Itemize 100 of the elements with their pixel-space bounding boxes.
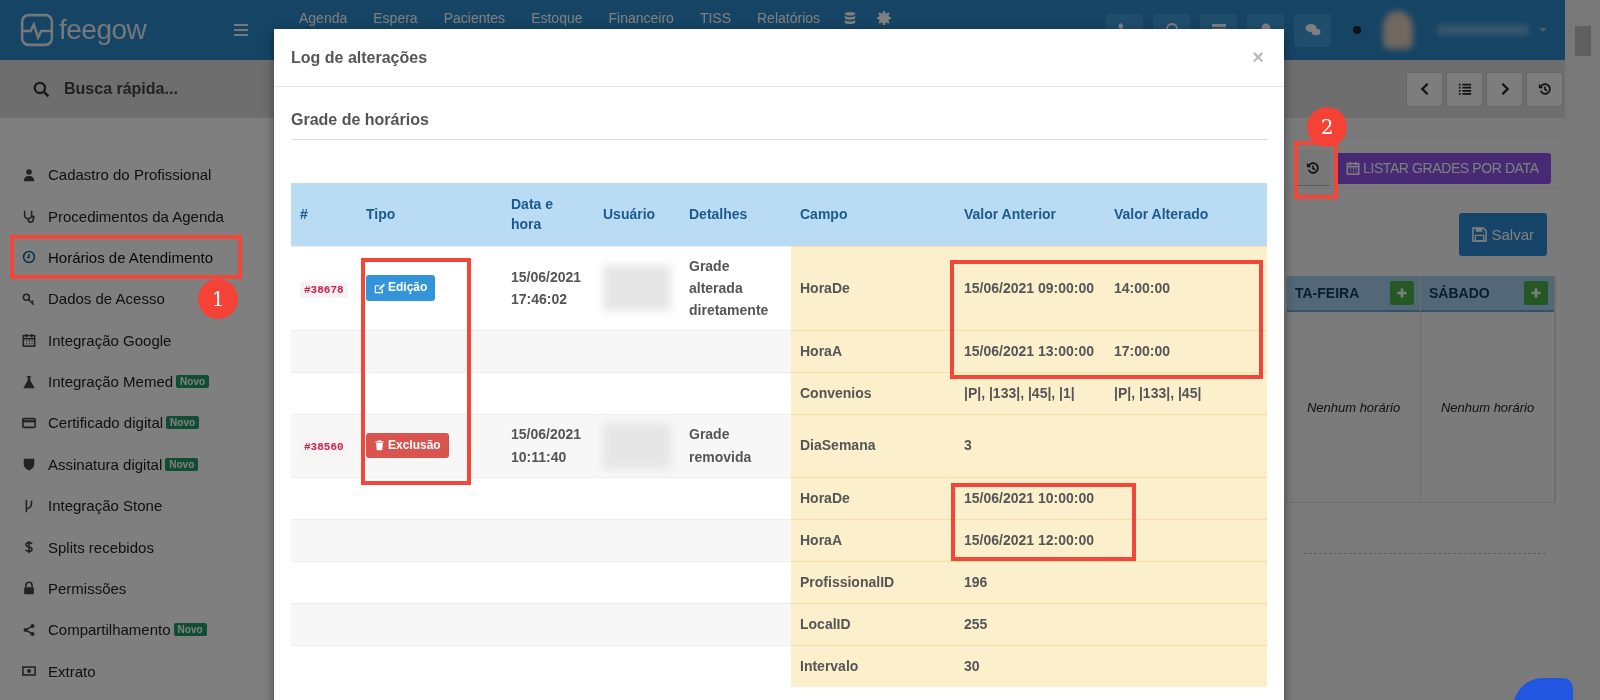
field-name: Convenios xyxy=(800,383,872,403)
history-icon xyxy=(1537,82,1552,96)
stethoscope-icon xyxy=(22,209,36,224)
trash-icon xyxy=(374,440,385,452)
key-icon xyxy=(22,291,36,306)
sidebar-item[interactable]: Horários de Atendimento xyxy=(15,240,222,275)
old-value: 15/06/2021 13:00:00 xyxy=(964,341,1094,361)
sidebar-item[interactable]: Integração Stone xyxy=(15,488,171,523)
column-header: Valor Anterior xyxy=(955,183,1105,246)
old-value: |P|, |133|, |45|, |1| xyxy=(964,383,1075,403)
modal-title: Log de alterações xyxy=(291,48,428,67)
column-header: # xyxy=(291,183,357,246)
column-header: Usuário xyxy=(594,183,680,246)
field-name: HoraA xyxy=(800,530,842,550)
log-id: #38678 xyxy=(300,281,348,298)
new-value: 14:00:00 xyxy=(1114,278,1171,298)
field-name: LocalID xyxy=(800,614,851,634)
user-icon xyxy=(22,167,36,182)
menu-icon xyxy=(232,22,250,38)
sidebar-item[interactable]: Dados de Acesso xyxy=(15,281,173,316)
nav-link[interactable]: Relatórios xyxy=(744,10,834,26)
empty-text: Nenhum horário xyxy=(1440,399,1535,415)
sidebar-item[interactable]: Integração Memed Novo xyxy=(15,364,218,399)
add-button[interactable] xyxy=(1524,281,1548,305)
calendar-icon xyxy=(1346,161,1360,175)
search-icon xyxy=(33,80,50,98)
sidebar-item[interactable]: Permissões xyxy=(15,571,135,606)
new-value: 17:00:00 xyxy=(1114,341,1171,361)
column-header: Tipo xyxy=(357,183,502,246)
scroll-thumb[interactable] xyxy=(1574,26,1591,56)
list-icon xyxy=(1457,82,1472,96)
share-icon xyxy=(22,622,36,637)
old-value: 15/06/2021 10:00:00 xyxy=(964,488,1094,508)
sidebar-item[interactable]: Procedimentos da Agenda xyxy=(15,199,232,234)
sidebar-item[interactable]: Splits recebidos xyxy=(15,530,162,565)
nav-link[interactable]: Agenda xyxy=(286,10,361,26)
field-name: HoraA xyxy=(800,341,842,361)
shield-icon xyxy=(22,457,36,472)
old-value: 255 xyxy=(964,614,988,634)
search-field[interactable]: Busca rápida... xyxy=(0,79,433,99)
settings-button[interactable] xyxy=(877,11,892,25)
banknote-icon xyxy=(22,664,36,679)
nav-link[interactable]: Pacientes xyxy=(430,10,519,26)
calendar-icon xyxy=(22,333,36,348)
list-button[interactable] xyxy=(1446,71,1483,107)
lock-icon xyxy=(22,581,36,596)
database-button[interactable] xyxy=(843,11,858,25)
details-text: Grade removida xyxy=(689,425,753,467)
new-badge: Novo xyxy=(176,375,210,389)
history-button[interactable] xyxy=(1526,71,1563,107)
add-button[interactable] xyxy=(1390,281,1414,305)
new-badge: Novo xyxy=(166,416,200,430)
scrollbar[interactable] xyxy=(1565,0,1600,700)
field-name: DiaSemana xyxy=(800,436,876,456)
nav-link[interactable]: Estoque xyxy=(518,10,596,26)
edit-icon xyxy=(374,282,385,294)
settings-icon xyxy=(877,11,892,25)
avatar[interactable] xyxy=(1383,11,1413,49)
old-value: 3 xyxy=(964,436,972,456)
status-dot xyxy=(1353,26,1361,34)
history-button[interactable] xyxy=(1296,150,1330,186)
new-badge: Novo xyxy=(165,457,199,471)
old-value: 15/06/2021 12:00:00 xyxy=(964,530,1094,550)
list-by-date-button[interactable]: LISTAR GRADES POR DATA xyxy=(1336,152,1551,184)
old-value: 15/06/2021 09:00:00 xyxy=(964,278,1094,298)
chat-button[interactable] xyxy=(1294,13,1331,47)
search-input[interactable]: Busca rápida... xyxy=(62,79,366,99)
plus-icon xyxy=(1396,287,1408,299)
nav-link[interactable]: Financeiro xyxy=(595,10,687,26)
old-value: 196 xyxy=(964,572,988,592)
sidebar-item[interactable]: Certificado digital Novo xyxy=(15,405,208,440)
date-time: 15/06/2021 17:46:02 xyxy=(511,267,583,310)
old-value: 30 xyxy=(964,657,980,677)
nav-link[interactable]: TISS xyxy=(686,10,744,26)
column-header: Campo xyxy=(791,183,955,246)
flask-icon xyxy=(22,374,36,389)
caret-icon xyxy=(1539,26,1547,34)
plus-icon xyxy=(1530,287,1542,299)
section-title: Grade de horários xyxy=(291,111,1267,140)
column-header: Detalhes xyxy=(680,183,791,246)
sidebar-item[interactable]: Integração Google xyxy=(15,323,180,358)
new-value: |P|, |133|, |45| xyxy=(1114,383,1202,403)
date-time: 15/06/2021 10:11:40 xyxy=(511,425,583,467)
history-icon xyxy=(1306,160,1320,175)
new-badge: Novo xyxy=(173,623,207,637)
nav-link[interactable]: Espera xyxy=(360,10,431,26)
save-button[interactable]: Salvar xyxy=(1459,213,1547,256)
details-text: Grade alterada diretamente xyxy=(689,256,770,321)
sidebar-item[interactable]: Cadastro do Profissional xyxy=(15,157,220,192)
sidebar-item[interactable]: Extrato xyxy=(15,654,104,689)
column-header: Data e hora xyxy=(502,183,594,246)
next-button[interactable] xyxy=(1486,71,1523,107)
sidebar-item[interactable]: Assinatura digital Novo xyxy=(15,447,207,482)
sidebar-item[interactable]: Compartilhamento Novo xyxy=(15,612,215,647)
database-icon xyxy=(843,11,858,25)
field-name: ProfissionalID xyxy=(800,572,895,592)
previous-button[interactable] xyxy=(1406,71,1443,107)
type-label: Edição xyxy=(366,275,436,301)
field-name: Intervalo xyxy=(800,657,859,677)
field-name: HoraDe xyxy=(800,488,850,508)
